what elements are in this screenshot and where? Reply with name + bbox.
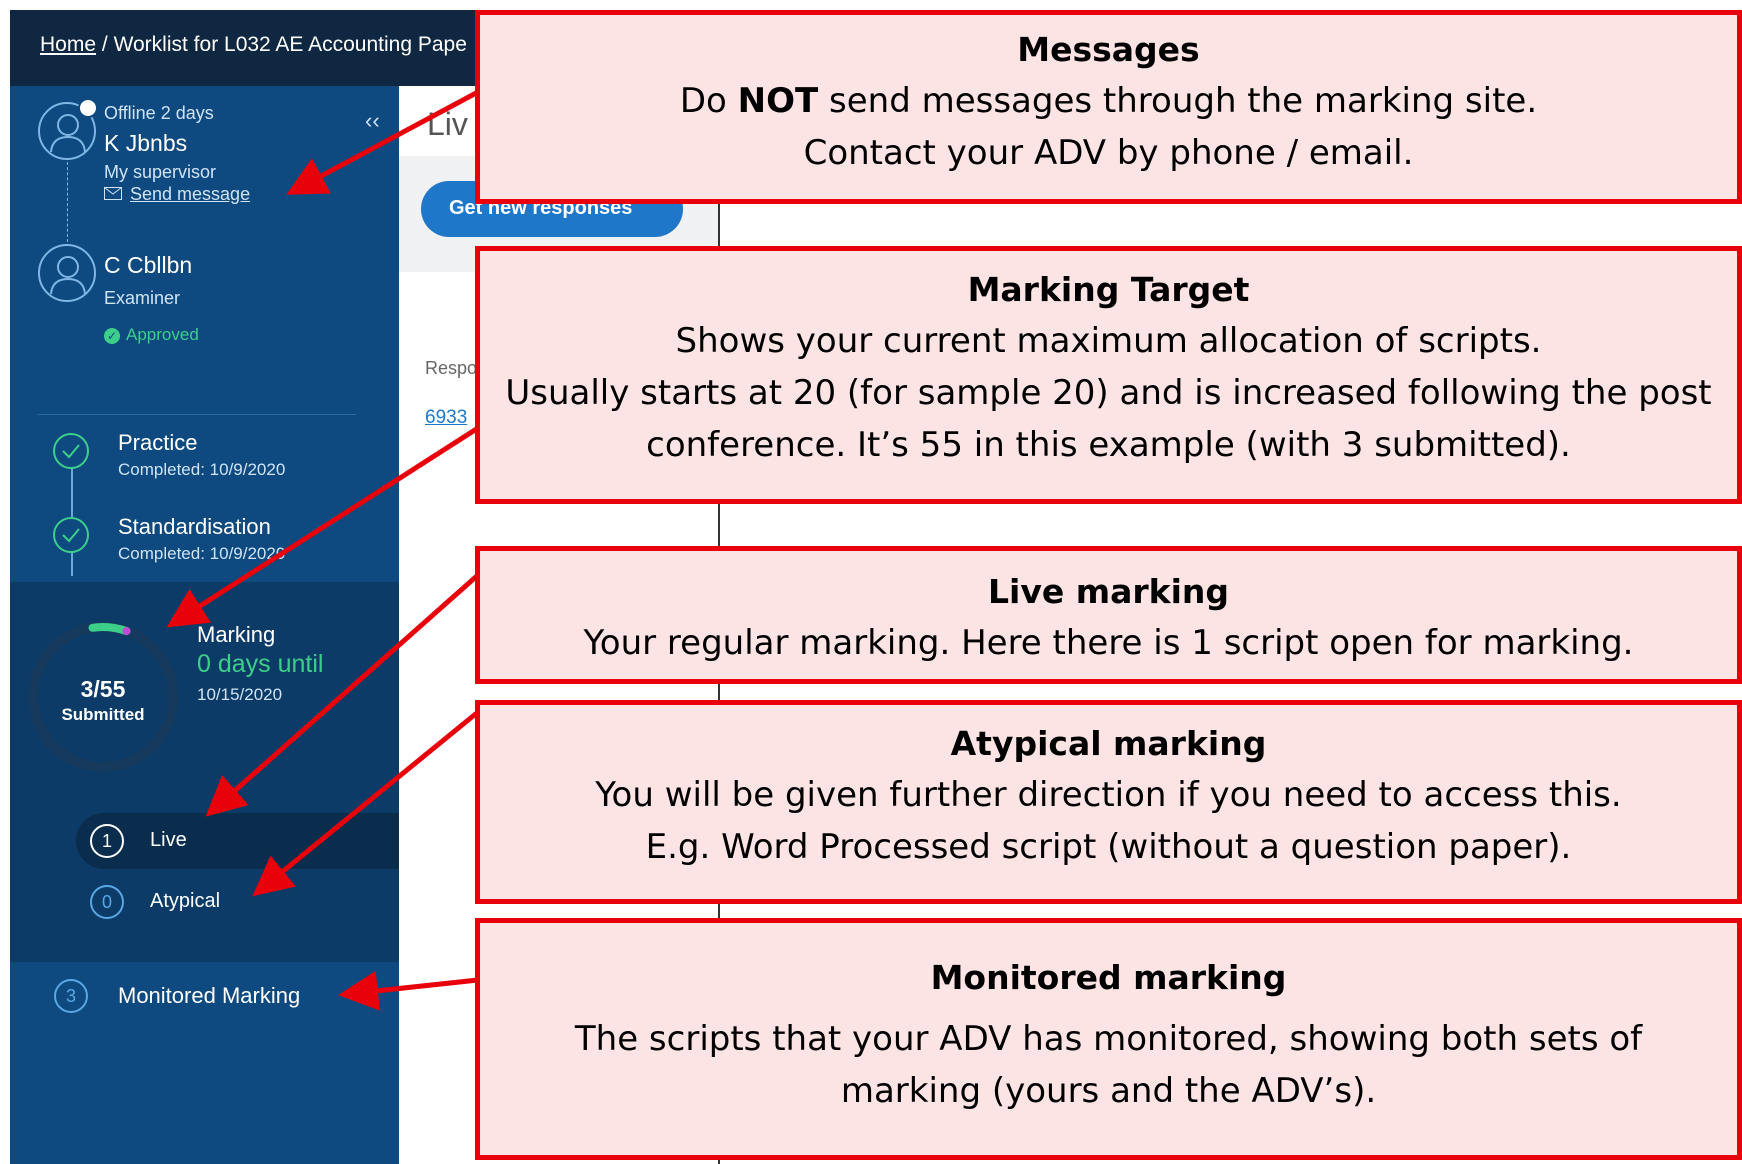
arrow-marking-target [166, 425, 480, 628]
arrow-live [205, 573, 480, 817]
callout-arrows [166, 89, 480, 1011]
arrow-monitored [338, 970, 479, 1011]
arrow-messages [286, 89, 480, 195]
